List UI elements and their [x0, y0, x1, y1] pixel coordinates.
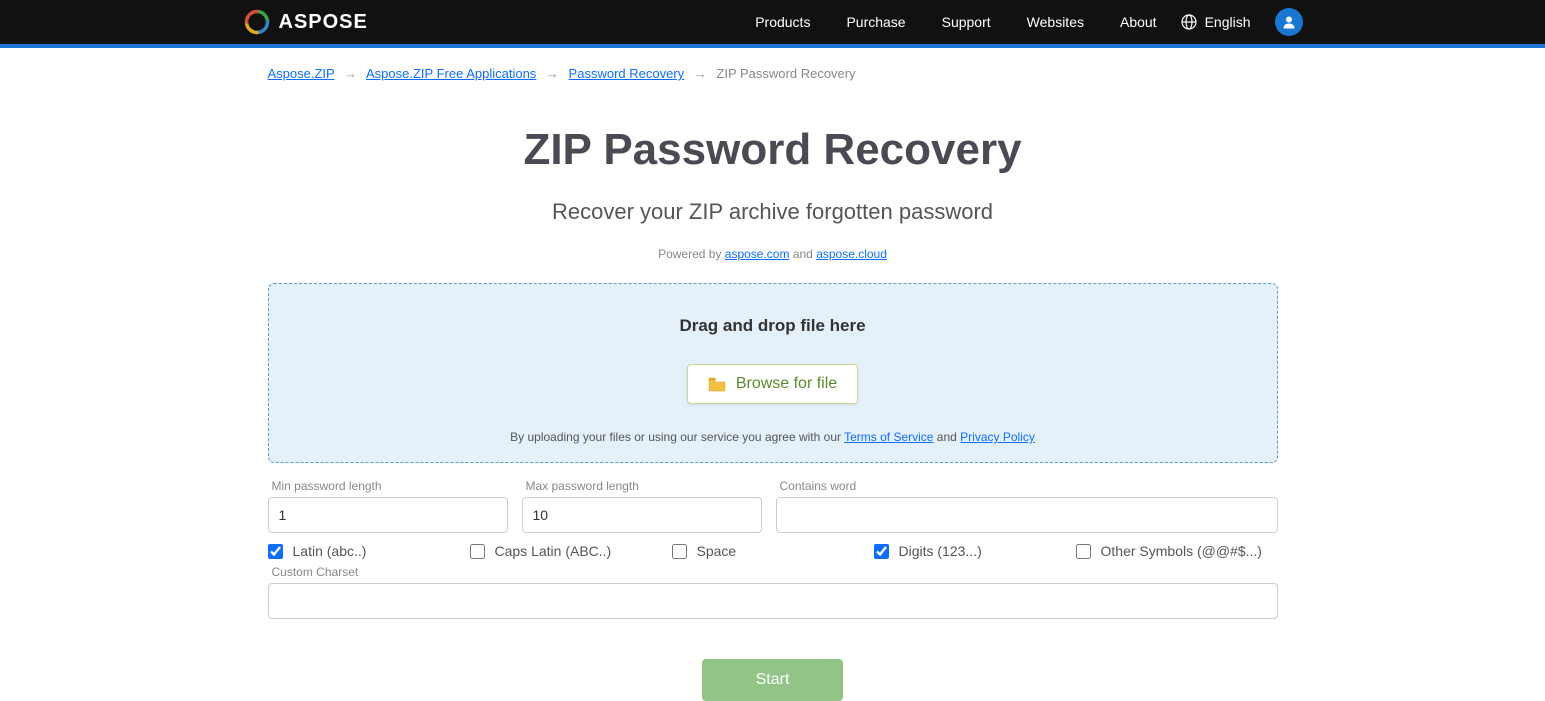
powered-link-aspose-cloud[interactable]: aspose.cloud	[816, 247, 887, 261]
nav-about[interactable]: About	[1120, 14, 1157, 30]
check-caps-box[interactable]	[470, 544, 485, 559]
check-digits[interactable]: Digits (123...)	[874, 543, 1076, 559]
check-other-label: Other Symbols (@@#$...)	[1101, 543, 1262, 559]
nav-support[interactable]: Support	[942, 14, 991, 30]
folder-icon	[708, 377, 726, 392]
nav-products[interactable]: Products	[755, 14, 810, 30]
nav-websites[interactable]: Websites	[1027, 14, 1084, 30]
language-selector[interactable]: English	[1181, 14, 1251, 30]
start-button[interactable]: Start	[702, 659, 844, 701]
check-space[interactable]: Space	[672, 543, 874, 559]
powered-by: Powered by aspose.com and aspose.cloud	[268, 247, 1278, 261]
check-other-box[interactable]	[1076, 544, 1091, 559]
breadcrumb-arrow-icon: →	[344, 66, 357, 81]
check-other[interactable]: Other Symbols (@@#$...)	[1076, 543, 1278, 559]
main-nav: Products Purchase Support Websites About	[755, 14, 1156, 30]
min-length-input[interactable]	[268, 497, 508, 533]
breadcrumb: Aspose.ZIP → Aspose.ZIP Free Application…	[268, 48, 1278, 99]
contains-word-label: Contains word	[780, 479, 1278, 493]
breadcrumb-link-3[interactable]: Password Recovery	[569, 66, 685, 81]
breadcrumb-link-2[interactable]: Aspose.ZIP Free Applications	[366, 66, 536, 81]
globe-icon	[1181, 14, 1197, 30]
contains-word-input[interactable]	[776, 497, 1278, 533]
user-icon	[1281, 14, 1297, 30]
custom-charset-label: Custom Charset	[272, 565, 1278, 579]
check-caps[interactable]: Caps Latin (ABC..)	[470, 543, 672, 559]
terms-and: and	[933, 430, 960, 444]
file-dropzone[interactable]: Drag and drop file here Browse for file …	[268, 283, 1278, 463]
custom-charset-input[interactable]	[268, 583, 1278, 619]
browse-file-button[interactable]: Browse for file	[687, 364, 858, 404]
logo-swirl-icon	[243, 8, 271, 36]
privacy-link[interactable]: Privacy Policy	[960, 430, 1035, 444]
powered-link-aspose-com[interactable]: aspose.com	[725, 247, 790, 261]
powered-and: and	[789, 247, 816, 261]
min-length-label: Min password length	[272, 479, 508, 493]
breadcrumb-current: ZIP Password Recovery	[716, 66, 855, 81]
powered-prefix: Powered by	[658, 247, 725, 261]
check-digits-box[interactable]	[874, 544, 889, 559]
check-space-box[interactable]	[672, 544, 687, 559]
terms-prefix: By uploading your files or using our ser…	[510, 430, 844, 444]
check-latin-label: Latin (abc..)	[293, 543, 367, 559]
terms-link[interactable]: Terms of Service	[844, 430, 933, 444]
brand-logo[interactable]: ASPOSE	[243, 8, 368, 36]
check-latin[interactable]: Latin (abc..)	[268, 543, 470, 559]
check-latin-box[interactable]	[268, 544, 283, 559]
page-title: ZIP Password Recovery	[268, 125, 1278, 175]
breadcrumb-arrow-icon: →	[694, 66, 707, 81]
check-digits-label: Digits (123...)	[899, 543, 982, 559]
breadcrumb-arrow-icon: →	[546, 66, 559, 81]
browse-label: Browse for file	[736, 375, 837, 393]
max-length-label: Max password length	[526, 479, 762, 493]
terms-text: By uploading your files or using our ser…	[289, 430, 1257, 444]
nav-purchase[interactable]: Purchase	[846, 14, 905, 30]
user-avatar[interactable]	[1275, 8, 1303, 36]
language-label: English	[1205, 14, 1251, 30]
max-length-input[interactable]	[522, 497, 762, 533]
page-subtitle: Recover your ZIP archive forgotten passw…	[268, 199, 1278, 225]
breadcrumb-link-1[interactable]: Aspose.ZIP	[268, 66, 335, 81]
header: ASPOSE Products Purchase Support Website…	[0, 0, 1545, 44]
drop-text: Drag and drop file here	[289, 316, 1257, 336]
check-caps-label: Caps Latin (ABC..)	[495, 543, 612, 559]
brand-name: ASPOSE	[279, 11, 368, 34]
check-space-label: Space	[697, 543, 737, 559]
